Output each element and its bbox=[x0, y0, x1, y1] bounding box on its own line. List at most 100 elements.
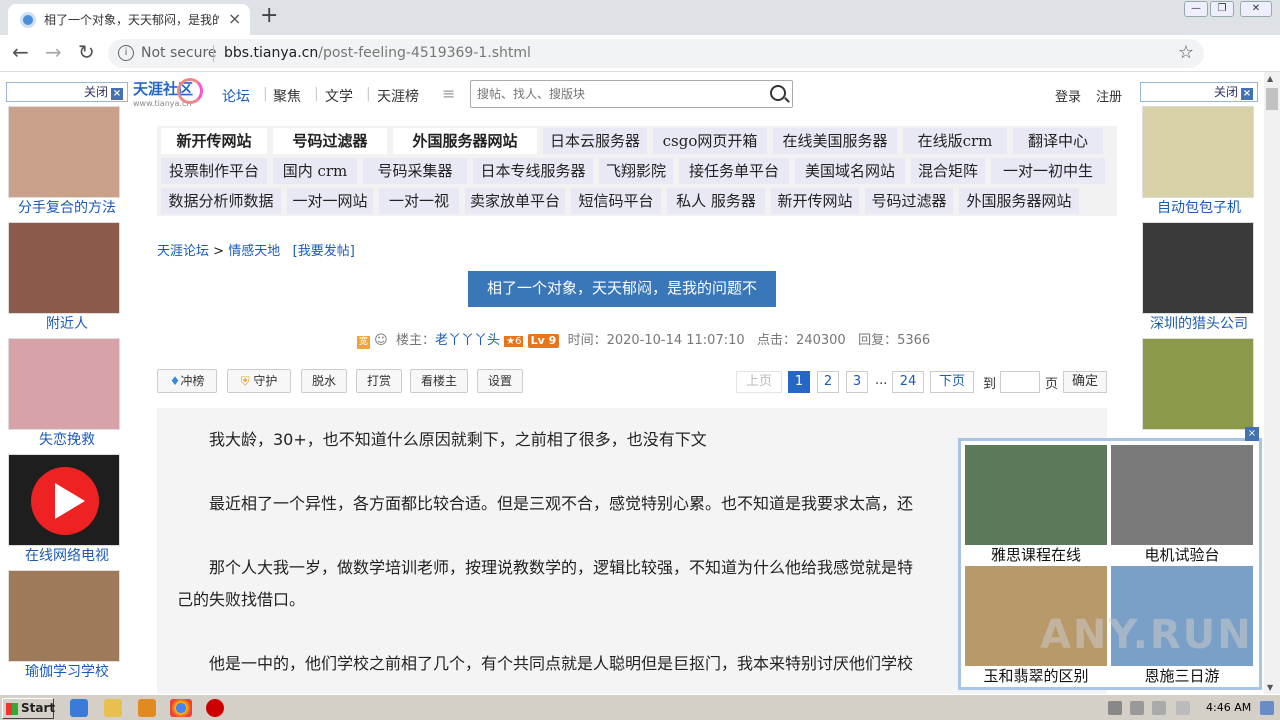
left-ad-label[interactable]: 附近人 bbox=[6, 314, 128, 334]
left-ad-image[interactable] bbox=[8, 338, 120, 430]
page-1[interactable]: 1 bbox=[788, 371, 810, 393]
right-ad-close-label[interactable]: 关闭 bbox=[1214, 85, 1238, 99]
close-window-button[interactable]: ✕ bbox=[1240, 1, 1272, 17]
scroll-down-icon[interactable]: ▼ bbox=[1267, 683, 1273, 692]
float-ad-close-icon[interactable]: × bbox=[1245, 427, 1259, 441]
ad-grid-link[interactable]: 一对一网站 bbox=[287, 188, 373, 214]
reload-icon[interactable]: ↻ bbox=[78, 41, 95, 63]
float-ad-image[interactable] bbox=[965, 445, 1107, 545]
left-ad-image[interactable] bbox=[8, 570, 120, 662]
more-menu-icon[interactable]: ≡ bbox=[442, 84, 455, 103]
float-ad-label[interactable]: 恩施三日游 bbox=[1111, 666, 1253, 686]
float-ad-label[interactable]: 玉和翡翠的区别 bbox=[965, 666, 1107, 686]
ad-grid-link[interactable]: 号码采集器 bbox=[363, 158, 467, 184]
media-player-icon[interactable] bbox=[138, 699, 156, 717]
left-ad-image[interactable] bbox=[8, 222, 120, 314]
ad-grid-link[interactable]: 新开传网站 bbox=[161, 128, 267, 154]
float-ad-label[interactable]: 雅思课程在线 bbox=[965, 545, 1107, 565]
browser-tab[interactable]: 相了一个对象，天天郁闷，是我的问题 × bbox=[8, 4, 250, 35]
login-link[interactable]: 登录 bbox=[1055, 86, 1081, 105]
tray-flag-icon[interactable] bbox=[1176, 701, 1190, 715]
author-name[interactable]: 老丫丫丫头 bbox=[435, 333, 500, 348]
ad-grid-link[interactable]: 国内 crm bbox=[273, 158, 357, 184]
float-ad-label[interactable]: 电机试验台 bbox=[1111, 545, 1253, 565]
goto-page-input[interactable] bbox=[1000, 371, 1040, 393]
page-scrollbar[interactable]: ▲ ▼ bbox=[1264, 72, 1280, 694]
left-ad-close-icon[interactable]: × bbox=[111, 88, 123, 100]
site-search[interactable] bbox=[470, 80, 793, 108]
left-ad-label[interactable]: 失恋挽救 bbox=[6, 430, 128, 450]
ad-grid-link[interactable]: 数据分析师数据 bbox=[161, 188, 281, 214]
bookmark-star-icon[interactable]: ☆ bbox=[1178, 42, 1194, 63]
guard-button[interactable]: ⛨ 守护 bbox=[227, 369, 291, 393]
nav-ranking[interactable]: 天涯榜 bbox=[377, 86, 419, 106]
settings-button[interactable]: 设置 bbox=[477, 369, 523, 393]
right-ad-close-icon[interactable]: × bbox=[1241, 88, 1253, 100]
new-tab-icon[interactable]: + bbox=[260, 4, 278, 28]
float-ad-item[interactable]: 电机试验台 bbox=[1111, 445, 1253, 565]
site-search-input[interactable] bbox=[477, 85, 747, 103]
new-post-link[interactable]: [我要发帖] bbox=[293, 244, 355, 259]
ad-grid-link[interactable]: 外国服务器网站 bbox=[959, 188, 1079, 214]
view-op-button[interactable]: 看楼主 bbox=[410, 369, 468, 393]
ie-icon[interactable] bbox=[70, 699, 88, 717]
folder-icon[interactable] bbox=[104, 699, 122, 717]
dewater-button[interactable]: 脱水 bbox=[301, 369, 347, 393]
ad-grid-link[interactable]: 号码过滤器 bbox=[273, 128, 387, 154]
forward-icon[interactable]: → bbox=[45, 41, 62, 63]
ad-grid-link[interactable]: 短信码平台 bbox=[571, 188, 661, 214]
left-ad-label[interactable]: 瑜伽学习学校 bbox=[6, 662, 128, 682]
tianya-logo[interactable]: 天涯社区 www.tianya.cn bbox=[133, 78, 203, 112]
ad-grid-link[interactable]: 在线美国服务器 bbox=[773, 128, 897, 154]
ad-grid-link[interactable]: csgo网页开箱 bbox=[653, 128, 767, 154]
register-link[interactable]: 注册 bbox=[1096, 86, 1122, 105]
ad-grid-link[interactable]: 私人 服务器 bbox=[667, 188, 765, 214]
antivirus-icon[interactable] bbox=[206, 699, 224, 717]
ad-grid-link[interactable]: 外国服务器网站 bbox=[393, 128, 537, 154]
minimize-button[interactable]: — bbox=[1184, 1, 1208, 17]
ad-grid-link[interactable]: 卖家放单平台 bbox=[465, 188, 565, 214]
left-ad-label[interactable]: 分手复合的方法 bbox=[6, 198, 128, 218]
tray-network-icon[interactable] bbox=[1130, 701, 1144, 715]
breadcrumb-board[interactable]: 情感天地 bbox=[228, 244, 280, 259]
back-icon[interactable]: ← bbox=[12, 41, 29, 63]
chrome-icon[interactable] bbox=[170, 699, 192, 717]
ad-grid-link[interactable]: 接任务单平台 bbox=[679, 158, 789, 184]
right-ad-label[interactable]: 自动包包子机 bbox=[1140, 198, 1258, 218]
ad-grid-link[interactable]: 飞翔影院 bbox=[599, 158, 673, 184]
ad-grid-link[interactable]: 一对一视 bbox=[379, 188, 459, 214]
right-ad-label[interactable]: 深圳的猎头公司 bbox=[1140, 314, 1258, 334]
left-ad-label[interactable]: 在线网络电视 bbox=[6, 546, 128, 566]
start-button[interactable]: Start bbox=[2, 698, 55, 719]
left-ad-close-label[interactable]: 关闭 bbox=[84, 85, 108, 99]
ad-grid-link[interactable]: 混合矩阵 bbox=[911, 158, 985, 184]
left-ad-image[interactable] bbox=[8, 454, 120, 546]
float-ad-image[interactable] bbox=[1111, 445, 1253, 545]
ad-grid-link[interactable]: 美国域名网站 bbox=[795, 158, 905, 184]
nav-focus[interactable]: 聚焦 bbox=[273, 86, 301, 106]
ad-grid-link[interactable]: 日本专线服务器 bbox=[473, 158, 593, 184]
address-bar[interactable]: i Not secure bbs.tianya.cn/post-feeling-… bbox=[108, 39, 1204, 68]
tray-device-icon[interactable] bbox=[1152, 701, 1166, 715]
ad-grid-link[interactable]: 日本云服务器 bbox=[543, 128, 647, 154]
breadcrumb-forum[interactable]: 天涯论坛 bbox=[157, 244, 209, 259]
url-text[interactable]: bbs.tianya.cn/post-feeling-4519369-1.sht… bbox=[224, 45, 531, 61]
page-2[interactable]: 2 bbox=[817, 371, 839, 393]
tab-close-icon[interactable]: × bbox=[228, 9, 241, 28]
restore-button[interactable]: ❐ bbox=[1210, 1, 1234, 17]
page-3[interactable]: 3 bbox=[846, 371, 868, 393]
tray-volume-icon[interactable] bbox=[1108, 701, 1122, 715]
rank-button[interactable]: ♦冲榜 bbox=[157, 369, 217, 393]
page-last[interactable]: 24 bbox=[892, 371, 924, 393]
nav-literature[interactable]: 文学 bbox=[325, 86, 353, 106]
goto-confirm-button[interactable]: 确定 bbox=[1063, 371, 1107, 393]
ad-grid-link[interactable]: 在线版crm bbox=[903, 128, 1007, 154]
right-ad-image[interactable] bbox=[1142, 338, 1254, 430]
ad-grid-link[interactable]: 号码过滤器 bbox=[865, 188, 953, 214]
float-ad-item[interactable]: 雅思课程在线 bbox=[965, 445, 1107, 565]
scroll-up-icon[interactable]: ▲ bbox=[1267, 74, 1273, 83]
right-ad-image[interactable] bbox=[1142, 222, 1254, 314]
show-desktop-icon[interactable] bbox=[1260, 701, 1274, 715]
prev-page-button[interactable]: 上页 bbox=[736, 371, 782, 393]
ad-grid-link[interactable]: 新开传网站 bbox=[771, 188, 859, 214]
